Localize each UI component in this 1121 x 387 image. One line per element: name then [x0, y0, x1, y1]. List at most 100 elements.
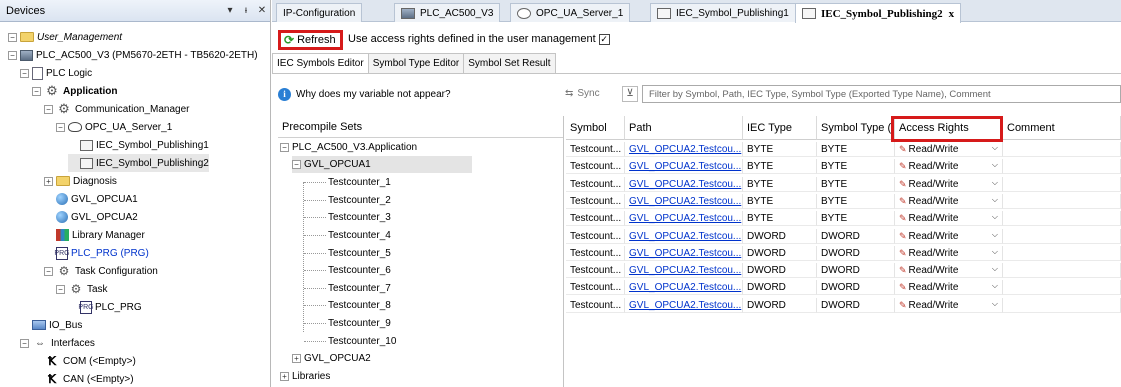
chevron-down-icon[interactable]: ⌵: [992, 281, 998, 291]
cell-access[interactable]: ✎ Read/Write ⌵: [895, 142, 1003, 157]
tree-node[interactable]: − User_Management: [8, 28, 122, 46]
column-header-comment[interactable]: Comment: [1003, 116, 1121, 140]
why-variable-link[interactable]: i Why does my variable not appear?: [278, 88, 451, 101]
refresh-button[interactable]: ⟳ Refresh: [278, 30, 343, 50]
tree-node[interactable]: − ⚙ Communication_Manager: [44, 100, 190, 118]
tree-node[interactable]: IO_Bus: [20, 316, 82, 334]
tree-node[interactable]: GVL_OPCUA2: [44, 208, 138, 226]
sync-button[interactable]: ⇆ Sync: [565, 88, 600, 99]
collapse-icon[interactable]: −: [20, 68, 29, 78]
cell-path[interactable]: GVL_OPCUA2.Testcou...: [625, 228, 743, 244]
chevron-down-icon[interactable]: ⌵: [992, 247, 998, 257]
chevron-down-icon[interactable]: ⌵: [992, 160, 998, 170]
dropdown-icon[interactable]: ▾: [222, 5, 238, 16]
tree-node[interactable]: PRG PLC_PRG (PRG): [44, 244, 149, 262]
symbol-node[interactable]: Testcounter_7: [304, 280, 391, 297]
collapse-icon[interactable]: −: [280, 143, 289, 152]
collapse-icon[interactable]: −: [292, 160, 301, 169]
table-row[interactable]: Testcount... GVL_OPCUA2.Testcou... DWORD DW…: [566, 245, 1121, 261]
collapse-icon[interactable]: −: [44, 104, 53, 114]
table-row[interactable]: Testcount... GVL_OPCUA2.Testcou... DWORD DW…: [566, 263, 1121, 279]
column-header-symbol[interactable]: Symbol: [566, 116, 625, 140]
column-header-iec-type[interactable]: IEC Type: [743, 116, 817, 140]
tab-iec-symbol-publishing1[interactable]: IEC_Symbol_Publishing1: [650, 3, 796, 22]
tree-node[interactable]: IEC_Symbol_Publishing2: [68, 154, 209, 172]
collapse-icon[interactable]: −: [44, 266, 53, 276]
cell-access[interactable]: ✎ Read/Write ⌵: [895, 193, 1003, 209]
cell-access[interactable]: ✎ Read/Write ⌵: [895, 263, 1003, 279]
cell-access[interactable]: ✎ Read/Write ⌵: [895, 211, 1003, 227]
cell-path[interactable]: GVL_OPCUA2.Testcou...: [625, 176, 743, 192]
table-row[interactable]: Testcount... GVL_OPCUA2.Testcou... BYTE BYT…: [566, 176, 1121, 192]
tree-node[interactable]: − PLC_AC500_V3 (PM5670-2ETH - TB5620-2ETH…: [8, 46, 258, 64]
cell-access[interactable]: ✎ Read/Write ⌵: [895, 176, 1003, 192]
symbol-node[interactable]: Testcounter_3: [304, 209, 391, 226]
cell-path[interactable]: GVL_OPCUA2.Testcou...: [625, 159, 743, 175]
chevron-down-icon[interactable]: ⌵: [992, 143, 998, 153]
tree-node[interactable]: Ꝁ COM (<Empty>): [32, 352, 136, 370]
cell-path[interactable]: GVL_OPCUA2.Testcou...: [625, 245, 743, 261]
chevron-down-icon[interactable]: ⌵: [992, 212, 998, 222]
tab-iec-symbols-editor[interactable]: IEC Symbols Editor: [272, 53, 369, 73]
tree-node[interactable]: IEC_Symbol_Publishing1: [68, 136, 209, 154]
tree-node[interactable]: Library Manager: [44, 226, 145, 244]
use-access-rights-option[interactable]: Use access rights defined in the user ma…: [348, 33, 610, 45]
set-node[interactable]: + GVL_OPCUA2: [292, 350, 371, 367]
filter-icon[interactable]: ⊻: [622, 86, 638, 102]
cell-access[interactable]: ✎ Read/Write ⌵: [895, 159, 1003, 175]
table-row[interactable]: Testcount... GVL_OPCUA2.Testcou... DWORD DW…: [566, 228, 1121, 244]
pin-icon[interactable]: ᵻ: [238, 5, 254, 16]
close-icon[interactable]: ✕: [254, 5, 270, 16]
set-node[interactable]: − GVL_OPCUA1: [292, 156, 472, 173]
use-access-rights-checkbox[interactable]: ✓: [598, 33, 610, 45]
table-row[interactable]: Testcount... GVL_OPCUA2.Testcou... BYTE BYT…: [566, 193, 1121, 209]
column-header-path[interactable]: Path: [625, 116, 743, 140]
collapse-icon[interactable]: −: [20, 338, 29, 348]
chevron-down-icon[interactable]: ⌵: [992, 299, 998, 309]
collapse-icon[interactable]: −: [56, 122, 65, 132]
symbol-node[interactable]: Testcounter_8: [304, 297, 391, 314]
tree-node[interactable]: PRG PLC_PRG: [68, 298, 142, 316]
symbol-node[interactable]: Testcounter_5: [304, 245, 391, 262]
cell-path[interactable]: GVL_OPCUA2.Testcou...: [625, 263, 743, 279]
tab-plc-ac500-v3[interactable]: PLC_AC500_V3: [394, 3, 501, 22]
set-node[interactable]: − PLC_AC500_V3.Application: [280, 139, 417, 156]
table-row[interactable]: Testcount... GVL_OPCUA2.Testcou... DWORD DW…: [566, 297, 1121, 313]
tree-node[interactable]: − ⇔ Interfaces: [20, 334, 95, 352]
symbol-node[interactable]: Testcounter_9: [304, 315, 391, 332]
tree-node[interactable]: − OPC_UA_Server_1: [56, 118, 172, 136]
collapse-icon[interactable]: −: [56, 284, 65, 294]
chevron-down-icon[interactable]: ⌵: [992, 178, 998, 188]
table-row[interactable]: Testcount... GVL_OPCUA2.Testcou... BYTE BYT…: [566, 211, 1121, 227]
symbol-node[interactable]: Testcounter_6: [304, 262, 391, 279]
tree-node[interactable]: − ⚙ Task: [56, 280, 108, 298]
cell-access[interactable]: ✎ Read/Write ⌵: [895, 280, 1003, 296]
tree-node[interactable]: − ⚙ Task Configuration: [44, 262, 158, 280]
symbol-node[interactable]: Testcounter_10: [304, 333, 396, 350]
cell-path[interactable]: GVL_OPCUA2.Testcou...: [625, 280, 743, 296]
filter-input[interactable]: Filter by Symbol, Path, IEC Type, Symbol…: [642, 85, 1121, 103]
collapse-icon[interactable]: −: [32, 86, 41, 96]
cell-access[interactable]: ✎ Read/Write ⌵: [895, 297, 1003, 313]
column-header-symbol-type-ex[interactable]: Symbol Type (Ex...: [817, 116, 895, 140]
collapse-icon[interactable]: −: [8, 32, 17, 42]
chevron-down-icon[interactable]: ⌵: [992, 264, 998, 274]
cell-path[interactable]: GVL_OPCUA2.Testcou...: [625, 193, 743, 209]
symbol-node[interactable]: Testcounter_4: [304, 227, 391, 244]
tree-node[interactable]: + Diagnosis: [44, 172, 117, 190]
cell-access[interactable]: ✎ Read/Write ⌵: [895, 245, 1003, 261]
tree-node[interactable]: Ꝁ CAN (<Empty>): [32, 370, 134, 387]
tab-iec-symbol-publishing2[interactable]: IEC_Symbol_Publishing2 x: [795, 3, 962, 23]
table-row[interactable]: Testcount... GVL_OPCUA2.Testcou... BYTE BYT…: [566, 142, 1121, 157]
collapse-icon[interactable]: −: [8, 50, 17, 60]
expand-icon[interactable]: +: [292, 354, 301, 363]
cell-access[interactable]: ✎ Read/Write ⌵: [895, 228, 1003, 244]
tree-node[interactable]: GVL_OPCUA1: [44, 190, 138, 208]
set-node[interactable]: + Libraries: [280, 368, 330, 385]
tab-ip-configuration[interactable]: IP-Configuration: [276, 3, 363, 22]
chevron-down-icon[interactable]: ⌵: [992, 230, 998, 240]
tab-symbol-set-result[interactable]: Symbol Set Result: [463, 53, 556, 73]
tab-symbol-type-editor[interactable]: Symbol Type Editor: [367, 53, 465, 73]
symbol-node[interactable]: Testcounter_2: [304, 192, 391, 209]
cell-path[interactable]: GVL_OPCUA2.Testcou...: [625, 142, 743, 157]
